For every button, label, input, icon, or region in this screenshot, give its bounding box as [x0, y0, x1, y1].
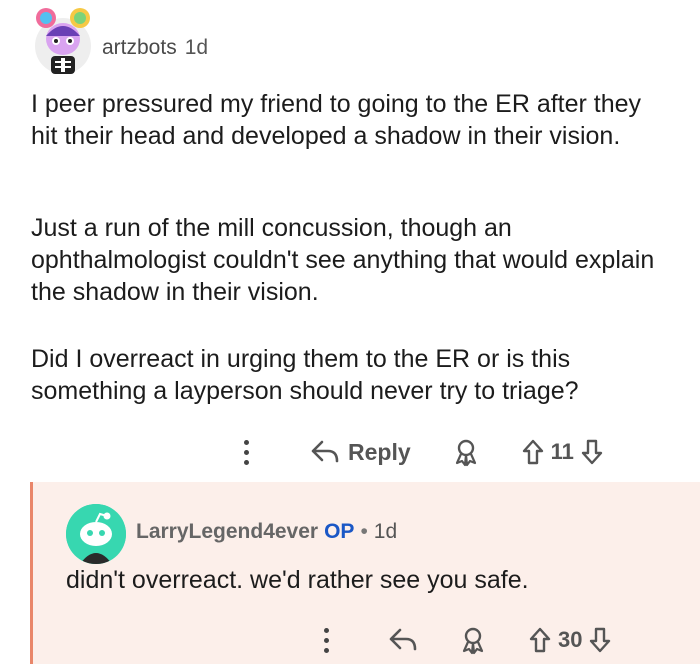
vote-score: 30 — [558, 627, 583, 652]
award-icon[interactable] — [458, 625, 488, 655]
reply-age: 1d — [373, 520, 398, 543]
vote-control: 11 — [521, 438, 604, 466]
more-vertical-icon[interactable] — [236, 432, 256, 472]
more-vertical-icon[interactable] — [316, 620, 336, 660]
downvote-icon[interactable] — [588, 626, 612, 654]
comment-age: 1d — [184, 36, 209, 59]
comment-paragraph: Did I overreact in urging them to the ER… — [31, 345, 579, 405]
reply-avatar[interactable] — [66, 504, 126, 564]
reply-button[interactable]: Reply — [310, 439, 411, 466]
reply-header: LarryLegend4ever OP • 1d — [136, 520, 397, 544]
username[interactable]: artzbots — [102, 36, 177, 60]
upvote-icon[interactable] — [521, 438, 545, 466]
comment-paragraph: I peer pressured my friend to going to t… — [31, 90, 642, 150]
reply-username[interactable]: LarryLegend4ever — [136, 520, 318, 544]
comment-actions: Reply 11 — [236, 432, 604, 472]
comment: artzbots 1d I peer pressured my friend t… — [0, 0, 700, 480]
separator: • — [360, 520, 368, 543]
user-avatar[interactable] — [32, 6, 94, 78]
award-icon[interactable] — [451, 437, 481, 467]
op-badge: OP — [324, 520, 355, 543]
vote-score: 11 — [550, 439, 574, 464]
reply-comment: LarryLegend4ever OP • 1d didn't overreac… — [30, 482, 700, 664]
upvote-icon[interactable] — [528, 626, 552, 654]
comment-header: artzbots 1d — [102, 36, 208, 60]
reply-label: Reply — [348, 438, 411, 465]
reply-actions: 30 — [316, 620, 612, 660]
reply-arrow-icon — [310, 439, 340, 465]
vote-control: 30 — [528, 626, 612, 654]
reply-arrow-icon[interactable] — [388, 627, 418, 653]
reply-text: didn't overreact. we'd rather see you sa… — [66, 566, 529, 594]
comment-paragraph: Just a run of the mill concussion, thoug… — [31, 214, 655, 306]
downvote-icon[interactable] — [580, 438, 604, 466]
